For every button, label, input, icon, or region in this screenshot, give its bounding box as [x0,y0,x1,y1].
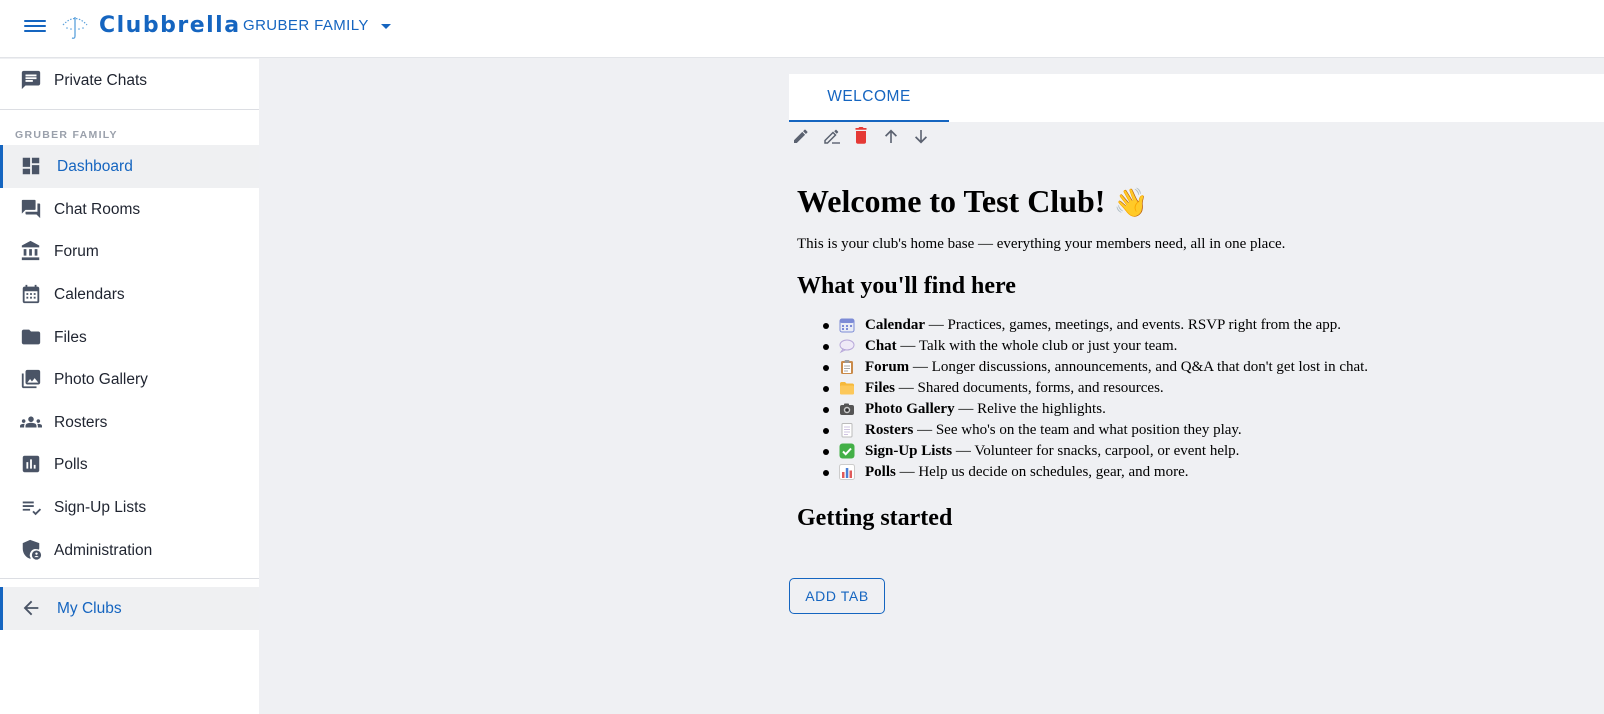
feature-desc: — Relive the highlights. [954,401,1106,417]
sidebar-item-sign-up-lists[interactable]: Sign-Up Lists [0,486,259,529]
add-tab-label: ADD TAB [805,588,869,604]
groups-icon [20,416,42,428]
sidebar-item-label: Rosters [54,413,108,431]
chat-bubble-icon [21,70,41,90]
folder-emoji-icon [840,382,854,395]
article-title-text: Welcome to Test Club! [797,183,1106,219]
clipboard-emoji-icon [841,360,853,374]
edit-icon[interactable] [792,126,822,144]
list-item: Photo Gallery — Relive the highlights. [823,399,1597,420]
sidebar-item-label: Calendars [54,285,125,303]
feature-desc: — Help us decide on schedules, gear, and… [895,464,1189,480]
tab-label: WELCOME [827,88,911,105]
feature-name: Sign-Up Lists [865,443,953,459]
photo-library-icon [21,369,41,389]
feature-name: Files [865,380,895,396]
speech-bubble-emoji-icon [839,339,855,354]
feature-desc: — Shared documents, forms, and resources… [895,380,1164,396]
umbrella-logo-icon [62,17,88,39]
sidebar-item-label: Sign-Up Lists [54,498,147,516]
sidebar-item-label: Private Chats [54,71,148,89]
feature-desc: — Practices, games, meetings, and events… [925,317,1342,333]
sidebar-item-label: Forum [54,242,99,260]
delete-icon[interactable] [852,126,882,144]
sidebar-item-label: Chat Rooms [54,200,141,218]
welcome-article: Welcome to Test Club! 👋 This is your clu… [797,180,1597,533]
sidebar-item-chat-rooms[interactable]: Chat Rooms [0,188,259,231]
poll-icon [22,455,40,473]
sidebar-item-label: Polls [54,455,88,473]
sidebar-item-label: Dashboard [57,157,133,175]
section-heading-getting-started: Getting started [797,505,953,531]
dashboard-icon [22,157,40,175]
club-selector-label: GRUBER FAMILY [243,17,369,34]
sidebar-item-photo-gallery[interactable]: Photo Gallery [0,358,259,401]
sidebar-item-my-clubs[interactable]: My Clubs [0,587,259,630]
waving-hand-emoji: 👋 [1113,186,1149,219]
tab-bar: WELCOME [789,74,1604,122]
section-heading-features: What you'll find here [797,273,1016,299]
sidebar-item-rosters[interactable]: Rosters [0,401,259,444]
feature-name: Calendar [865,317,925,333]
article-title: Welcome to Test Club! 👋 [797,180,1597,224]
feature-desc: — Volunteer for snacks, carpool, or even… [952,443,1240,459]
tab-welcome[interactable]: WELCOME [789,74,949,122]
calendar-emoji-icon [839,318,855,333]
camera-emoji-icon [840,403,854,415]
add-tab-button[interactable]: ADD TAB [789,578,885,614]
sidebar-item-administration[interactable]: Administration [0,529,259,572]
notepad-emoji-icon [841,423,853,438]
checklist-icon [22,501,42,516]
feature-name: Photo Gallery [865,401,955,417]
feature-name: Polls [865,464,896,480]
feature-name: Rosters [865,422,914,438]
sidebar-item-files[interactable]: Files [0,316,259,359]
admin-shield-icon [22,539,42,560]
app-name: Clubbrella [99,13,241,38]
rename-icon[interactable] [822,126,852,144]
list-item: Files — Shared documents, forms, and res… [823,378,1597,399]
list-item: Polls — Help us decide on schedules, gea… [823,462,1597,483]
sidebar-item-polls[interactable]: Polls [0,443,259,486]
club-selector[interactable]: GRUBER FAMILY [243,17,391,34]
calendar-icon [22,284,40,304]
feature-name: Chat [865,338,897,354]
sidebar-item-label: Photo Gallery [54,370,148,388]
list-item: Sign-Up Lists — Volunteer for snacks, ca… [823,441,1597,462]
sidebar-item-label: Administration [54,541,153,559]
top-app-bar: Clubbrella GRUBER FAMILY [0,0,1604,58]
sidebar-item-calendars[interactable]: Calendars [0,273,259,316]
feature-desc: — Longer discussions, announcements, and… [909,359,1369,375]
article-intro: This is your club's home base — everythi… [797,236,1286,252]
check-mark-emoji-icon [839,443,855,459]
feature-desc: — See who's on the team and what positio… [913,422,1242,438]
sidebar-item-dashboard[interactable]: Dashboard [0,145,259,188]
sidebar-item-label: My Clubs [57,599,122,617]
move-up-icon[interactable] [882,126,912,144]
list-item: Calendar — Practices, games, meetings, a… [823,315,1597,336]
list-item: Forum — Longer discussions, announcement… [823,357,1597,378]
sidebar-item-private-chats[interactable]: Private Chats [0,59,259,102]
sidebar-item-forum[interactable]: Forum [0,230,259,273]
feature-desc: — Talk with the whole club or just your … [896,338,1178,354]
divider [0,109,259,110]
list-item: Rosters — See who's on the team and what… [823,420,1597,441]
tab-toolbar [792,126,942,144]
list-item: Chat — Talk with the whole club or just … [823,336,1597,357]
folder-icon [21,329,41,345]
sidebar: Private Chats GRUBER FAMILY Dashboard Ch… [0,59,259,714]
divider [0,578,259,579]
caret-down-icon [380,24,391,29]
sidebar-section-label: GRUBER FAMILY [15,129,118,141]
feature-list: Calendar — Practices, games, meetings, a… [823,315,1597,483]
move-down-icon[interactable] [912,126,942,144]
bar-chart-emoji-icon [839,464,855,480]
feature-name: Forum [865,359,910,375]
bank-icon [21,240,40,261]
sidebar-item-label: Files [54,328,87,346]
arrow-back-icon [23,600,39,616]
forum-chat-icon [21,199,41,219]
menu-icon[interactable] [24,17,46,35]
